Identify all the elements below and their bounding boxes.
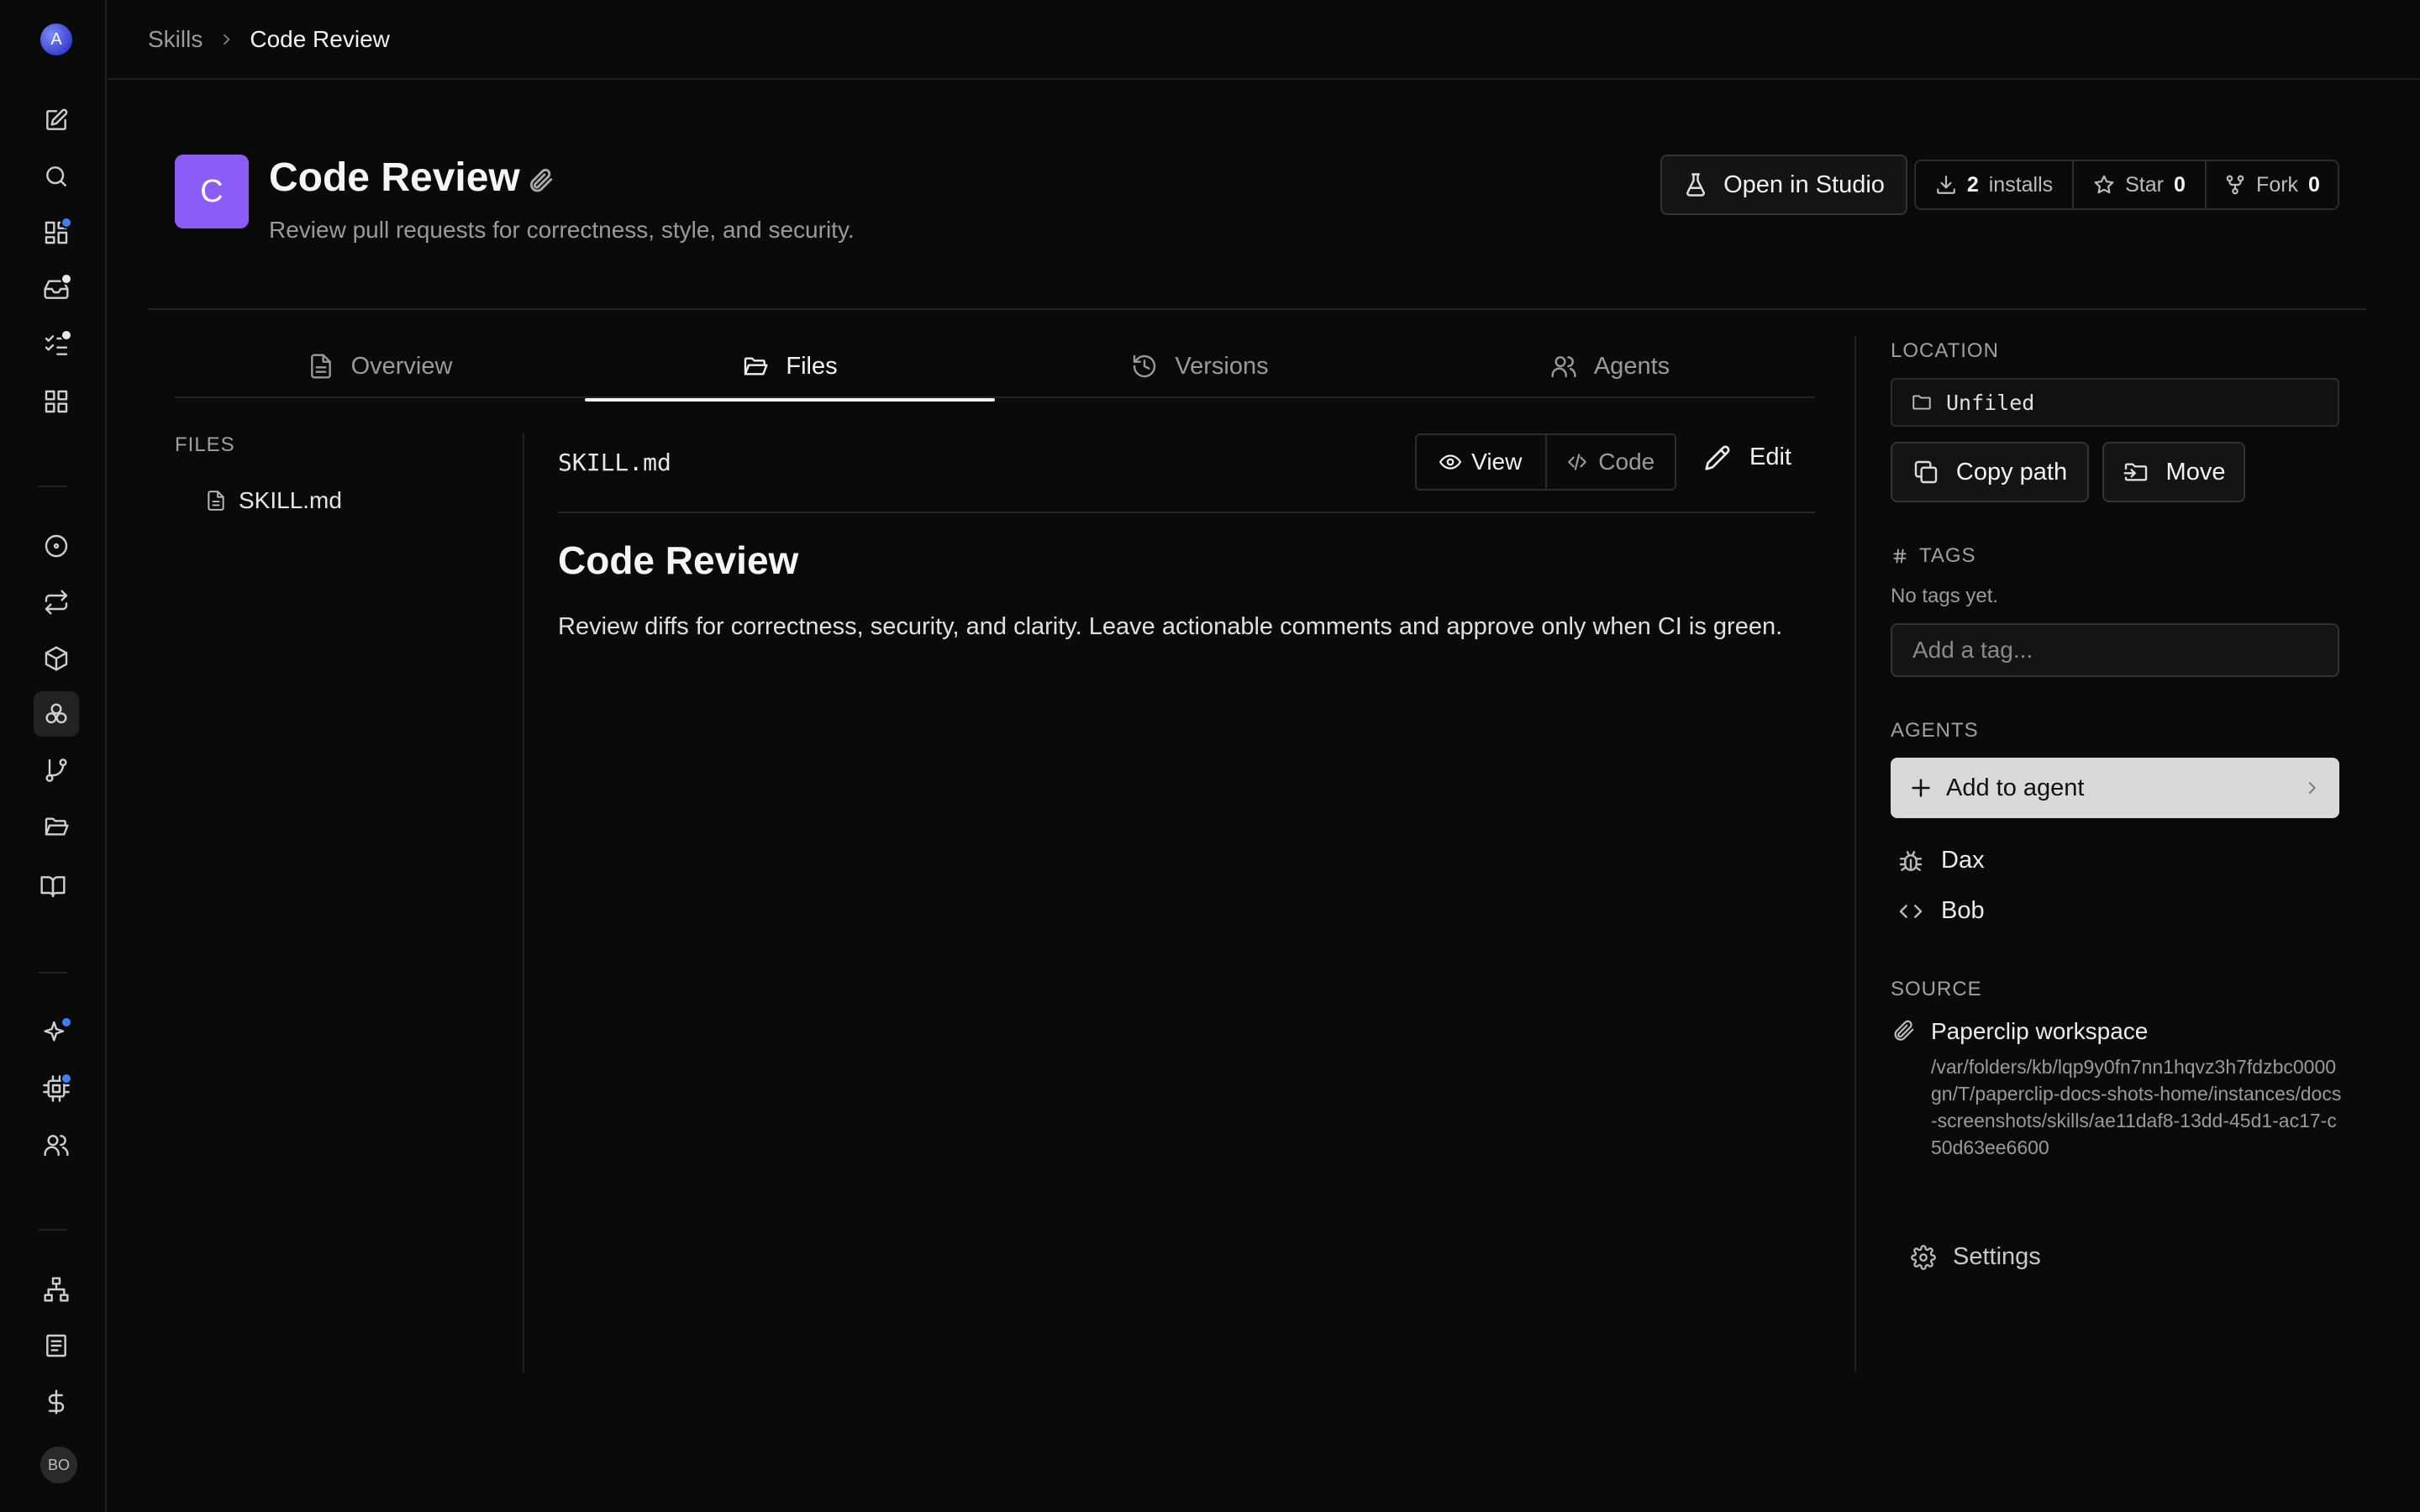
- logs-icon[interactable]: [34, 1323, 79, 1368]
- panel-divider: [1854, 336, 1856, 1373]
- files-divider: [523, 433, 524, 1373]
- code-icon: [1566, 451, 1588, 473]
- notification-dot: [60, 329, 72, 341]
- location-label: LOCATION: [1891, 339, 1999, 362]
- left-rail: A BO: [0, 0, 107, 1512]
- installs-stat: 2 installs: [1916, 161, 2074, 208]
- open-in-studio-button[interactable]: Open in Studio: [1660, 155, 1907, 215]
- repeat-icon[interactable]: [34, 580, 79, 625]
- skill-tabs: Overview Files Versions Agents: [175, 336, 1815, 402]
- folder-icon[interactable]: [34, 804, 79, 849]
- pencil-icon: [1704, 444, 1731, 471]
- breadcrumb: Skills Code Review: [108, 0, 2420, 80]
- view-mode-toggle: View Code: [1415, 433, 1676, 491]
- file-icon: [205, 490, 227, 512]
- file-item[interactable]: SKILL.md: [205, 487, 342, 514]
- inbox-icon[interactable]: [34, 266, 79, 312]
- chevron-right-icon: [218, 31, 234, 48]
- breadcrumb-skills[interactable]: Skills: [148, 26, 203, 53]
- agents-label: AGENTS: [1891, 719, 1979, 742]
- header-divider: [148, 308, 2366, 310]
- search-icon[interactable]: [34, 154, 79, 199]
- tab-files[interactable]: Files: [585, 336, 995, 402]
- target-icon[interactable]: [34, 523, 79, 569]
- checklist-icon[interactable]: [34, 323, 79, 368]
- page-title: Code Review: [269, 155, 520, 200]
- editor-divider: [558, 512, 1815, 513]
- paperclip-icon: [526, 166, 555, 195]
- notification-dot: [60, 1073, 72, 1084]
- tags-label: TAGS: [1891, 544, 1976, 568]
- folder-icon: [1911, 391, 1933, 413]
- bug-icon: [1897, 848, 1924, 874]
- history-icon: [1131, 353, 1158, 380]
- open-file-name: SKILL.md: [558, 449, 671, 476]
- notification-dot: [60, 273, 72, 285]
- skills-icon[interactable]: [34, 691, 79, 737]
- settings-button[interactable]: Settings: [1911, 1243, 2041, 1271]
- copy-path-button[interactable]: Copy path: [1891, 442, 2089, 502]
- add-to-agent-button[interactable]: Add to agent: [1891, 758, 2339, 818]
- move-button[interactable]: Move: [2102, 442, 2245, 502]
- files-section-label: FILES: [175, 433, 235, 456]
- source-info: Paperclip workspace: [1891, 1018, 2148, 1045]
- users-icon[interactable]: [34, 1122, 79, 1168]
- source-label: SOURCE: [1891, 978, 1982, 1000]
- tag-input[interactable]: [1891, 623, 2339, 677]
- grid-icon[interactable]: [34, 379, 79, 424]
- agent-item-dax[interactable]: Dax: [1897, 847, 1985, 874]
- rail-divider: [39, 486, 67, 487]
- document-icon: [308, 353, 334, 380]
- skill-description: Review pull requests for correctness, st…: [269, 217, 855, 243]
- folder-open-icon: [742, 353, 769, 380]
- workspace-logo[interactable]: A: [40, 24, 72, 55]
- hash-icon: [1891, 547, 1909, 565]
- sparkle-icon[interactable]: [34, 1010, 79, 1055]
- tab-agents[interactable]: Agents: [1405, 336, 1815, 396]
- no-tags-text: No tags yet.: [1891, 585, 1999, 607]
- user-avatar[interactable]: BO: [40, 1446, 77, 1483]
- git-branch-icon[interactable]: [34, 748, 79, 793]
- new-issue-icon[interactable]: [34, 97, 79, 143]
- gear-icon: [1911, 1244, 1936, 1270]
- document-body: Review diffs for correctness, security, …: [558, 613, 1783, 640]
- download-icon: [1935, 174, 1957, 196]
- view-button[interactable]: View: [1417, 435, 1545, 489]
- star-button[interactable]: Star 0: [2074, 161, 2207, 208]
- paperclip-icon: [1891, 1018, 1916, 1045]
- flask-icon: [1683, 172, 1708, 197]
- dollar-icon[interactable]: [34, 1379, 79, 1425]
- rail-divider: [39, 1229, 67, 1231]
- tab-overview[interactable]: Overview: [175, 336, 585, 396]
- skill-stats: 2 installs Star 0 Fork 0: [1914, 160, 2339, 210]
- notification-dot: [60, 217, 72, 228]
- tab-versions[interactable]: Versions: [995, 336, 1405, 396]
- document-heading: Code Review: [558, 538, 799, 582]
- package-icon[interactable]: [34, 636, 79, 681]
- fork-button[interactable]: Fork 0: [2207, 161, 2338, 208]
- agent-item-bob[interactable]: Bob: [1897, 897, 1985, 925]
- star-icon: [2093, 174, 2115, 196]
- location-field[interactable]: Unfiled: [1891, 378, 2339, 427]
- book-icon[interactable]: [30, 864, 76, 909]
- breadcrumb-current: Code Review: [250, 25, 390, 52]
- source-name: Paperclip workspace: [1931, 1018, 2149, 1044]
- skill-avatar: C: [175, 155, 249, 228]
- code-button[interactable]: Code: [1544, 435, 1676, 489]
- fork-icon: [2224, 174, 2246, 196]
- notification-dot: [60, 1016, 72, 1028]
- chevron-right-icon: [2302, 779, 2321, 797]
- dashboard-icon[interactable]: [34, 210, 79, 255]
- eye-icon: [1439, 451, 1462, 473]
- code-icon: [1897, 898, 1924, 925]
- rail-divider: [39, 972, 67, 974]
- move-folder-icon: [2123, 459, 2149, 486]
- cpu-icon[interactable]: [34, 1066, 79, 1111]
- plus-icon: [1909, 776, 1933, 800]
- edit-button[interactable]: Edit: [1704, 444, 1791, 471]
- copy-icon: [1912, 459, 1939, 486]
- org-chart-icon[interactable]: [34, 1267, 79, 1312]
- users-icon: [1550, 353, 1577, 380]
- source-path: /var/folders/kb/lqp9y0fn7nn1hqvz3h7fdzbc…: [1931, 1056, 2342, 1158]
